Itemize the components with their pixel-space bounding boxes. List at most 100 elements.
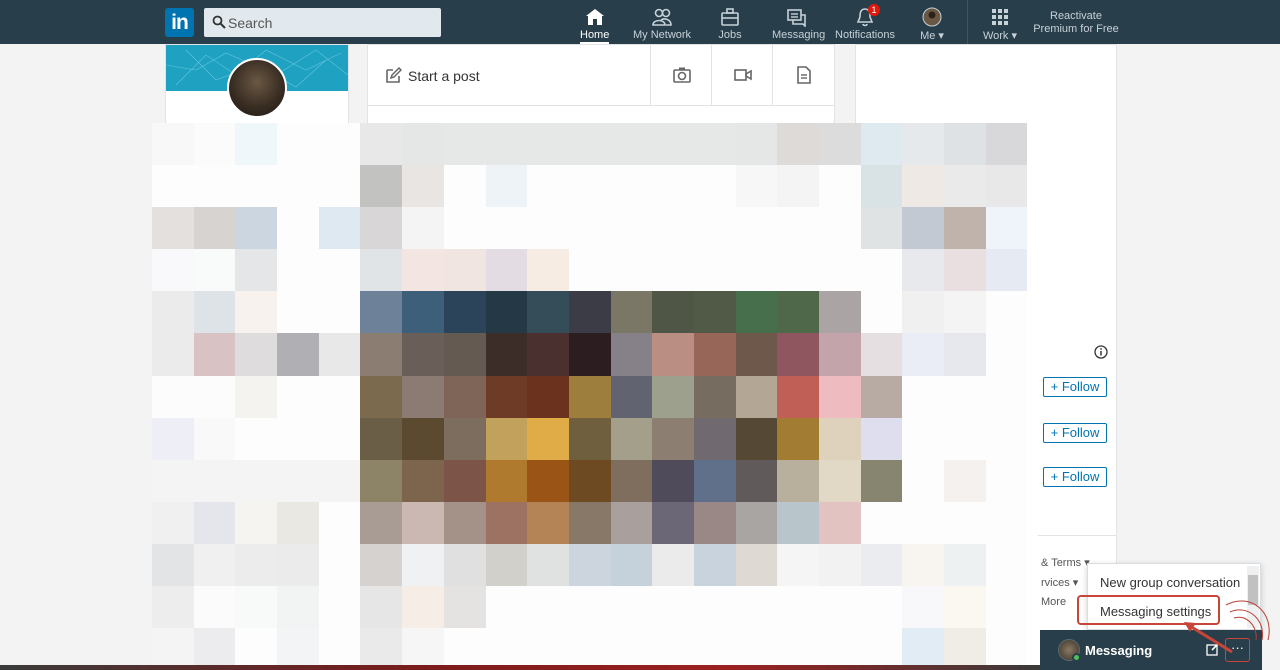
messaging-bar[interactable]: Messaging ···	[1040, 630, 1262, 670]
profile-avatar[interactable]	[227, 58, 287, 118]
mosaic-tile	[402, 543, 444, 587]
mosaic-tile	[235, 628, 278, 670]
mosaic-tile	[860, 501, 903, 544]
mosaic-tile	[485, 501, 528, 544]
mosaic-tile	[735, 586, 778, 629]
mosaic-tile	[860, 207, 903, 250]
menu-scrollbar[interactable]	[1247, 566, 1259, 628]
mosaic-tile	[360, 333, 403, 376]
mosaic-tile	[152, 586, 194, 629]
mosaic-tile	[819, 207, 861, 250]
mosaic-tile	[568, 543, 611, 587]
mosaic-tile	[985, 333, 1028, 376]
mosaic-tile	[944, 249, 986, 292]
mosaic-tile	[318, 417, 361, 460]
mosaic-tile	[277, 207, 319, 250]
footer-link-more[interactable]: More	[1041, 596, 1066, 608]
mosaic-tile	[902, 291, 945, 334]
mosaic-tile	[360, 543, 403, 587]
footer-divider	[1038, 535, 1117, 536]
mosaic-tile	[735, 375, 778, 418]
mosaic-tile	[693, 375, 736, 418]
mosaic-tile	[610, 333, 653, 376]
search-input[interactable]	[228, 8, 433, 37]
mosaic-tile	[360, 123, 403, 166]
follow-button[interactable]: + Follow	[1043, 423, 1107, 443]
search-icon	[212, 15, 226, 29]
mosaic-tile	[777, 333, 819, 376]
mosaic-tile	[944, 123, 986, 166]
nav-me[interactable]: Me ▾	[914, 0, 950, 44]
mosaic-tile	[777, 249, 819, 292]
mosaic-tile	[652, 586, 694, 629]
mosaic-tile	[443, 417, 486, 460]
nav-my-network[interactable]: My Network	[633, 0, 691, 44]
nav-jobs-label: Jobs	[718, 29, 742, 41]
mosaic-tile	[902, 586, 945, 629]
mosaic-tile	[735, 417, 778, 460]
nav-my-network-label: My Network	[633, 29, 692, 41]
mosaic-tile	[235, 249, 278, 292]
nav-messaging[interactable]: Messaging	[772, 0, 825, 44]
nav-notifications[interactable]: 1 Notifications	[835, 0, 895, 44]
bottom-strip	[0, 665, 1040, 670]
mosaic-tile	[235, 417, 278, 460]
mosaic-tile	[693, 501, 736, 544]
mosaic-tile	[485, 165, 528, 208]
mosaic-tile	[944, 543, 986, 587]
mosaic-tile	[777, 123, 819, 166]
mosaic-tile	[860, 291, 903, 334]
video-button[interactable]	[711, 45, 773, 105]
mosaic-tile	[527, 543, 569, 587]
nav-jobs[interactable]: Jobs	[716, 0, 744, 44]
mosaic-tile	[485, 291, 528, 334]
footer-link-terms[interactable]: & Terms ▾	[1041, 556, 1090, 569]
mosaic-tile	[527, 501, 569, 544]
follow-button[interactable]: + Follow	[1043, 377, 1107, 397]
mosaic-tile	[277, 501, 319, 544]
home-icon	[585, 9, 604, 25]
mosaic-tile	[443, 333, 486, 376]
mosaic-tile	[610, 459, 653, 502]
mosaic-tile	[485, 417, 528, 460]
mosaic-tile	[652, 207, 694, 250]
mosaic-tile	[860, 586, 903, 629]
mosaic-tile	[568, 501, 611, 544]
mosaic-tile	[318, 628, 361, 670]
mosaic-tile	[693, 543, 736, 587]
linkedin-logo[interactable]: in	[165, 8, 194, 37]
new-group-conversation-item[interactable]: New group conversation	[1100, 575, 1240, 590]
messaging-more-button[interactable]: ···	[1225, 638, 1250, 662]
scrollbar-thumb[interactable]	[1248, 575, 1258, 605]
nav-home[interactable]: Home	[580, 0, 609, 44]
mosaic-tile	[193, 291, 236, 334]
search-box[interactable]	[204, 8, 441, 37]
mosaic-tile	[152, 123, 194, 166]
mosaic-tile	[777, 207, 819, 250]
footer-link-services[interactable]: rvices ▾	[1041, 576, 1078, 589]
mosaic-tile	[443, 459, 486, 502]
mosaic-tile	[193, 165, 236, 208]
compose-icon[interactable]	[1206, 642, 1220, 656]
mosaic-tile	[318, 586, 361, 629]
mosaic-tile	[777, 628, 819, 670]
nav-work[interactable]: Work ▾	[980, 0, 1020, 44]
mosaic-tile	[777, 375, 819, 418]
mosaic-tile	[902, 249, 945, 292]
reactivate-premium-link[interactable]: Reactivate Premium for Free	[1032, 10, 1120, 36]
mosaic-tile	[277, 628, 319, 670]
mosaic-tile	[944, 375, 986, 418]
follow-button[interactable]: + Follow	[1043, 467, 1107, 487]
document-button[interactable]	[772, 45, 834, 105]
mosaic-tile	[235, 375, 278, 418]
start-post-button[interactable]: Start a post	[368, 45, 650, 105]
mosaic-tile	[777, 543, 819, 587]
mosaic-tile	[860, 375, 903, 418]
mosaic-tile	[985, 628, 1028, 670]
mosaic-tile	[735, 165, 778, 208]
mosaic-tile	[277, 459, 319, 502]
chat-icon	[787, 9, 806, 27]
info-icon[interactable]	[1094, 345, 1108, 359]
mosaic-tile	[235, 543, 278, 587]
photo-button[interactable]	[650, 45, 712, 105]
